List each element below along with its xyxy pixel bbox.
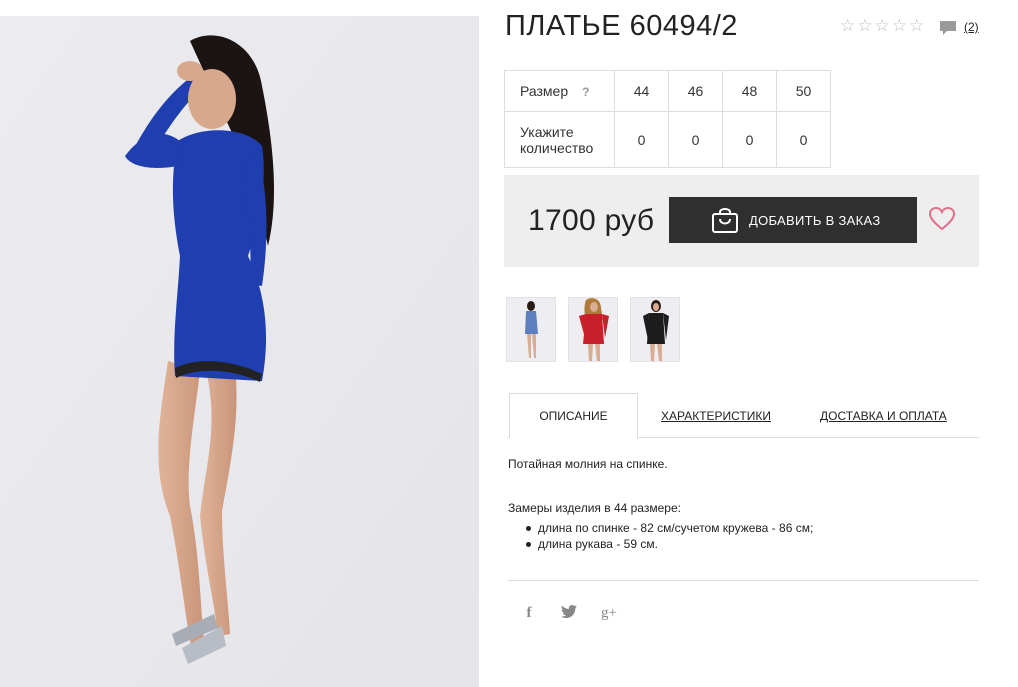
tab-delivery-label: ДОСТАВКА И ОПЛАТА	[820, 408, 947, 423]
divider	[508, 580, 979, 581]
size-help-icon[interactable]: ?	[582, 85, 589, 99]
product-main-image[interactable]	[0, 16, 479, 687]
tab-characteristics[interactable]: ХАРАКТЕРИСТИКИ	[661, 393, 771, 438]
quantity-label-line1: Укажите	[520, 123, 574, 140]
thumbnail-image	[507, 298, 555, 361]
tab-characteristics-label: ХАРАКТЕРИСТИКИ	[661, 408, 772, 423]
twitter-icon[interactable]	[560, 605, 578, 622]
tab-description[interactable]: ОПИСАНИЕ	[509, 393, 638, 439]
size-46: 46	[668, 70, 723, 112]
size-50: 50	[776, 70, 831, 112]
product-photo-illustration	[0, 16, 479, 687]
product-price: 1700 руб	[528, 204, 655, 237]
size-quantity-table: Размер? 44 46 48 50 Укажите количество 0…	[504, 70, 831, 168]
add-to-order-label: ДОБАВИТЬ В ЗАКАЗ	[749, 212, 881, 228]
size-row: Размер? 44 46 48 50	[504, 70, 831, 112]
shopping-bag-icon	[712, 208, 738, 233]
measure-list: длина по спинке - 82 см/сучетом кружева …	[508, 520, 813, 552]
thumbnail-image	[569, 298, 617, 361]
quantity-input-48[interactable]: 0	[722, 111, 777, 168]
quantity-label-cell: Укажите количество	[504, 111, 615, 168]
comment-icon[interactable]	[939, 20, 957, 36]
thumbnail-red[interactable]	[568, 297, 618, 362]
thumbnail-black[interactable]	[630, 297, 680, 362]
heart-icon[interactable]	[929, 207, 955, 231]
description-text: Потайная молния на спинке.	[508, 457, 668, 471]
color-thumbnails	[506, 297, 680, 362]
star-icon[interactable]: ☆	[892, 17, 907, 34]
quantity-row: Укажите количество 0 0 0 0	[504, 111, 831, 168]
quantity-input-50[interactable]: 0	[776, 111, 831, 168]
measure-title: Замеры изделия в 44 размере:	[508, 501, 681, 515]
size-label-cell: Размер?	[504, 70, 615, 112]
twitter-bird-glyph	[561, 605, 577, 618]
google-plus-icon[interactable]: g+	[600, 605, 618, 622]
quantity-input-44[interactable]: 0	[614, 111, 669, 168]
measure-item: длина рукава - 59 см.	[526, 536, 813, 552]
quantity-label-line2: количество	[520, 139, 594, 156]
thumbnail-blue[interactable]	[506, 297, 556, 362]
description-panel: Потайная молния на спинке. Замеры издели…	[508, 456, 813, 552]
share-buttons: f g+	[520, 605, 618, 622]
star-icon[interactable]: ☆	[875, 17, 890, 34]
size-44: 44	[614, 70, 669, 112]
product-tabs: ОПИСАНИЕ ХАРАКТЕРИСТИКИ ДОСТАВКА И ОПЛАТ…	[508, 393, 979, 439]
reviews-count-link[interactable]: (2)	[964, 20, 979, 34]
quantity-input-46[interactable]: 0	[668, 111, 723, 168]
facebook-icon[interactable]: f	[520, 605, 538, 622]
measure-item: длина по спинке - 82 см/сучетом кружева …	[526, 520, 813, 536]
buy-box: 1700 руб ДОБАВИТЬ В ЗАКАЗ	[504, 175, 979, 267]
star-icon[interactable]: ☆	[909, 17, 924, 34]
size-48: 48	[722, 70, 777, 112]
thumbnail-image	[631, 298, 679, 361]
star-icon[interactable]: ☆	[857, 17, 872, 34]
tab-description-label: ОПИСАНИЕ	[539, 409, 608, 423]
size-label: Размер	[520, 82, 569, 99]
star-icon[interactable]: ☆	[840, 17, 855, 34]
tab-delivery[interactable]: ДОСТАВКА И ОПЛАТА	[820, 393, 947, 438]
product-title: ПЛАТЬЕ 60494/2	[505, 10, 738, 42]
rating-stars[interactable]: ☆ ☆ ☆ ☆ ☆	[840, 17, 924, 34]
add-to-order-button[interactable]: ДОБАВИТЬ В ЗАКАЗ	[669, 197, 917, 243]
